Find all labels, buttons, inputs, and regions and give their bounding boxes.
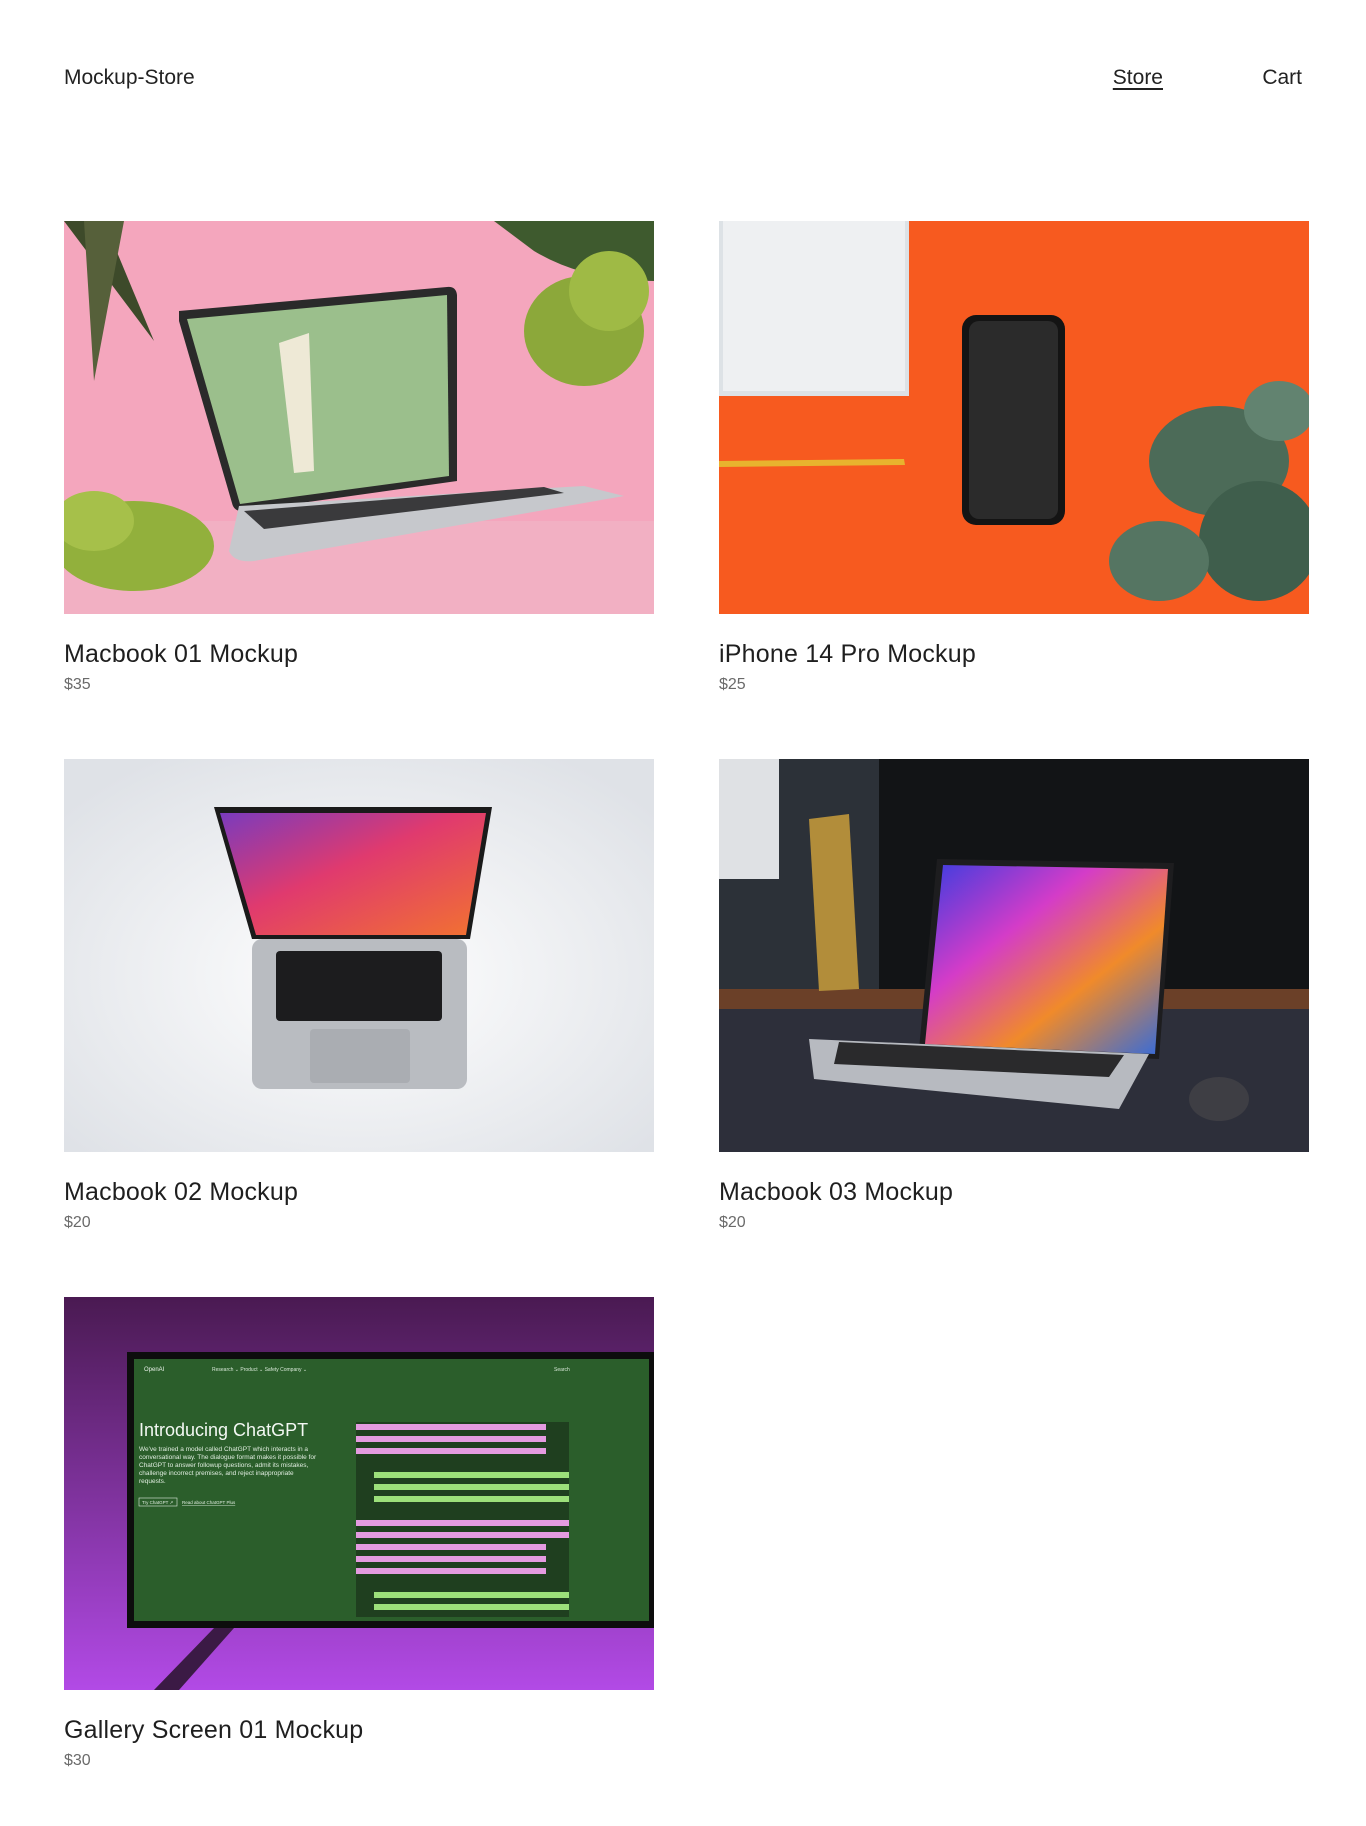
screen-stripe-art: [356, 1422, 569, 1617]
product-card[interactable]: iPhone 14 Pro Mockup $25: [719, 221, 1309, 694]
product-image-iphone-14-pro[interactable]: [719, 221, 1309, 614]
product-card[interactable]: OpenAI Research ⌄ Product ⌄ Safety Compa…: [64, 1297, 654, 1770]
screen-logo: OpenAI: [144, 1367, 165, 1373]
product-price: $20: [64, 1214, 91, 1231]
screen-search: Search: [554, 1367, 570, 1373]
product-title[interactable]: iPhone 14 Pro Mockup: [719, 640, 1309, 669]
nav-store-link[interactable]: Store: [1113, 66, 1163, 90]
product-image-macbook-03[interactable]: [719, 759, 1309, 1152]
product-price: $25: [719, 676, 746, 693]
screen-body-3: ChatGPT to answer followup questions, ad…: [139, 1462, 309, 1469]
product-card[interactable]: Macbook 01 Mockup $35: [64, 221, 654, 694]
product-title[interactable]: Macbook 03 Mockup: [719, 1178, 1309, 1207]
product-title[interactable]: Macbook 02 Mockup: [64, 1178, 654, 1207]
screen-cta-secondary: Read about ChatGPT Plus: [182, 1500, 236, 1505]
nav-cart-link[interactable]: Cart: [1262, 66, 1302, 90]
site-header: Mockup-Store Store Cart: [64, 62, 1302, 92]
screen-body-1: We've trained a model called ChatGPT whi…: [139, 1446, 308, 1453]
product-price: $35: [64, 676, 91, 693]
product-price: $30: [64, 1752, 91, 1769]
product-image-gallery-screen-01[interactable]: OpenAI Research ⌄ Product ⌄ Safety Compa…: [64, 1297, 654, 1690]
screen-body-4: challenge incorrect premises, and reject…: [139, 1470, 294, 1477]
product-title[interactable]: Macbook 01 Mockup: [64, 640, 654, 669]
product-image-macbook-02[interactable]: [64, 759, 654, 1152]
product-title[interactable]: Gallery Screen 01 Mockup: [64, 1716, 654, 1745]
product-image-macbook-01[interactable]: [64, 221, 654, 614]
screen-cta-primary: Try ChatGPT ↗: [142, 1500, 174, 1505]
screen-body-5: requests.: [139, 1478, 166, 1485]
screen-menu: Research ⌄ Product ⌄ Safety Company ⌄: [212, 1367, 307, 1373]
screen-headline: Introducing ChatGPT: [139, 1420, 308, 1440]
brand-logo[interactable]: Mockup-Store: [64, 66, 195, 90]
screen-body-2: conversational way. The dialogue format …: [139, 1454, 317, 1461]
product-price: $20: [719, 1214, 746, 1231]
product-card[interactable]: Macbook 02 Mockup $20: [64, 759, 654, 1232]
product-card[interactable]: Macbook 03 Mockup $20: [719, 759, 1309, 1232]
